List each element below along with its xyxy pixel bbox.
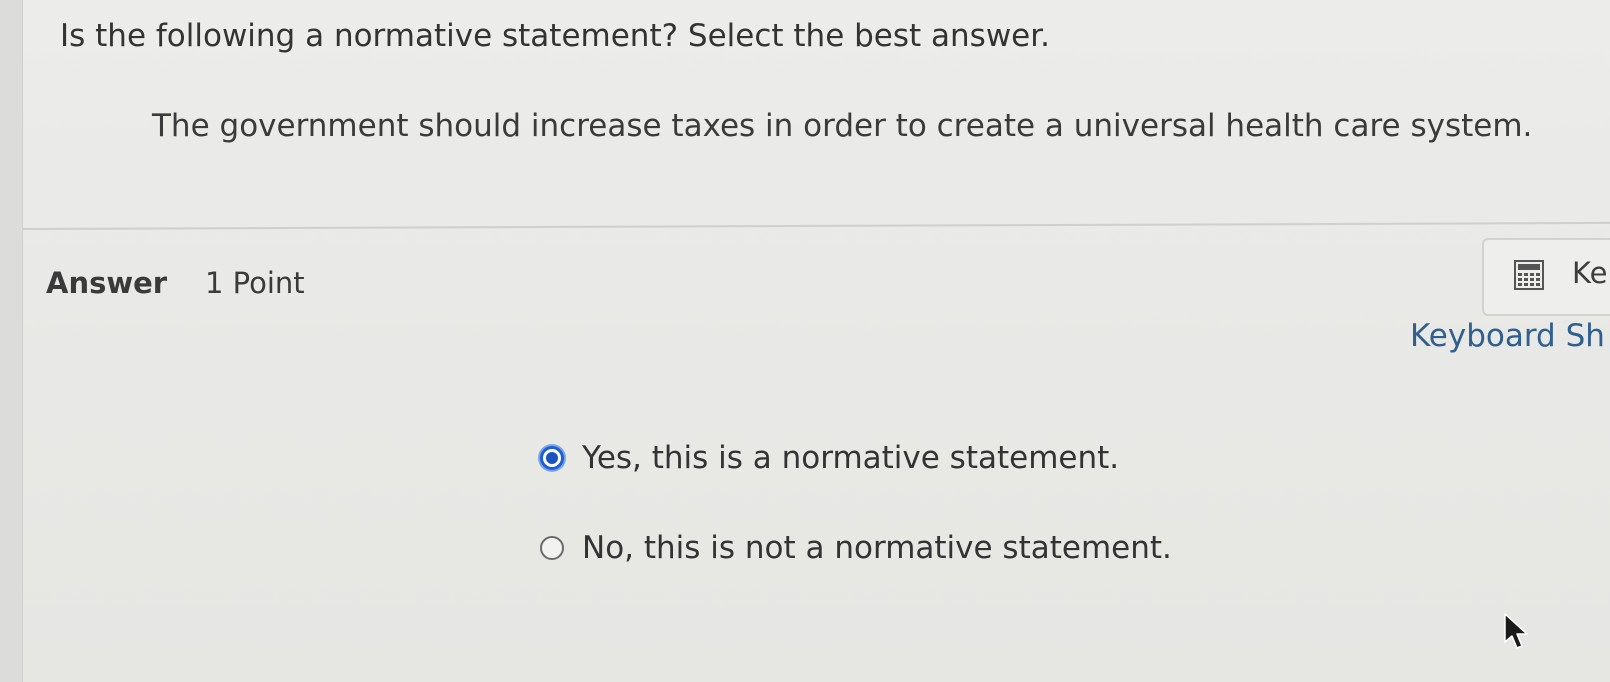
option-no[interactable]: No, this is not a normative statement. — [540, 530, 1172, 566]
option-no-label: No, this is not a normative statement. — [582, 530, 1172, 566]
section-divider — [21, 221, 1610, 230]
question-prompt: Is the following a normative statement? … — [60, 18, 1051, 54]
left-panel-edge — [0, 0, 23, 682]
calculator-icon — [1514, 260, 1544, 290]
option-yes[interactable]: Yes, this is a normative statement. — [540, 440, 1119, 476]
option-yes-label: Yes, this is a normative statement. — [582, 440, 1120, 476]
radio-no[interactable] — [540, 536, 564, 560]
question-statement: The government should increase taxes in … — [152, 108, 1533, 144]
points-value: 1 Point — [205, 266, 305, 300]
keyboard-shortcuts-link[interactable]: Keyboard Sh — [1410, 318, 1605, 354]
radio-yes[interactable] — [540, 446, 564, 470]
answer-heading: Answer — [46, 266, 168, 300]
keyboard-button-label: Ke — [1572, 256, 1608, 290]
mouse-pointer-icon — [1504, 613, 1528, 649]
keyboard-button[interactable]: Ke — [1482, 238, 1610, 316]
